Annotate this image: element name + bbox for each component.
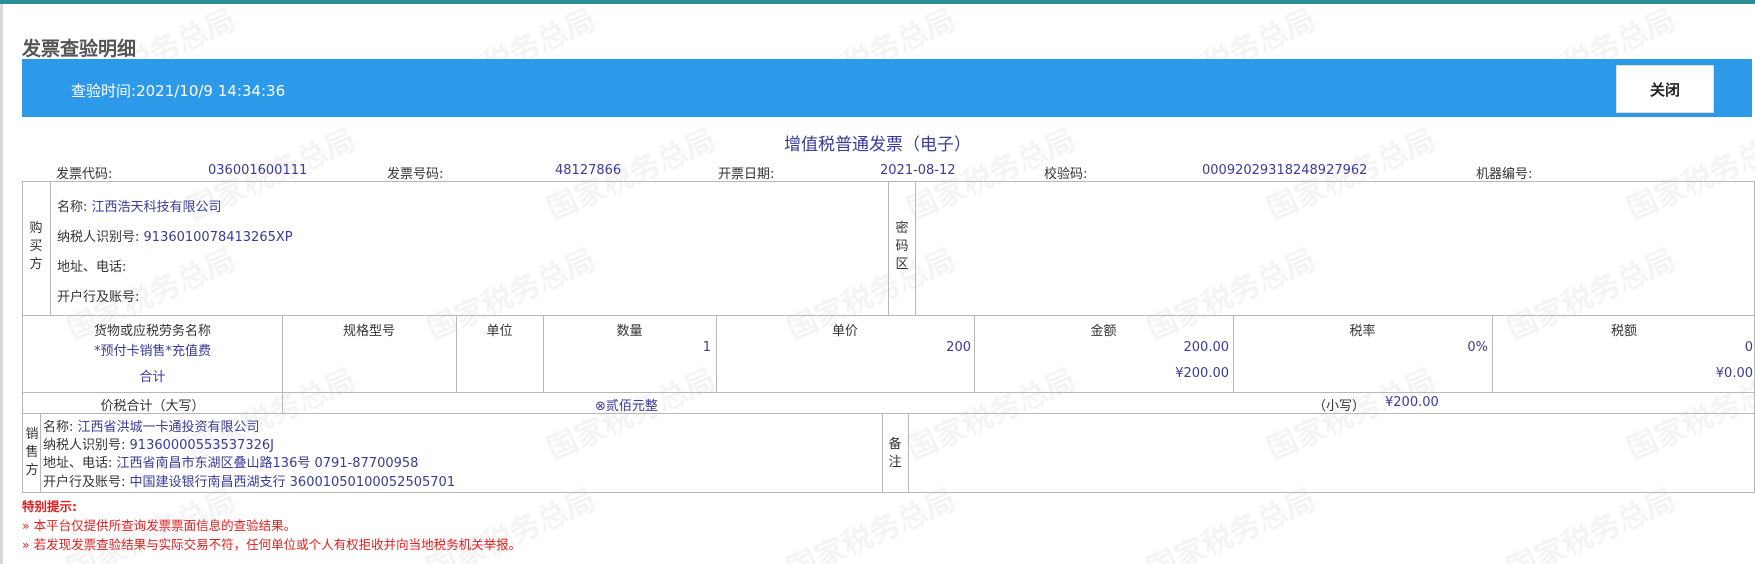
seller-name-value: 江西省洪城一卡通投资有限公司: [77, 420, 260, 435]
check-code-value: 00092029318248927962: [1202, 163, 1368, 178]
buyer-tax-id: 纳税人识别号: 9136010078413265XP: [57, 230, 293, 245]
invoice-title: 增值税普通发票（电子）: [784, 135, 971, 155]
invoice-code-label: 发票代码:: [56, 167, 113, 182]
left-edge: [0, 4, 3, 564]
seller-address-value: 江西省南昌市东湖区叠山路136号 0791-87700958: [116, 456, 419, 471]
seller-name: 名称: 江西省洪城一卡通投资有限公司: [43, 420, 260, 435]
col-header-spec: 规格型号: [342, 324, 395, 339]
total-lower-label: （小写）: [1313, 399, 1366, 414]
top-bar: [0, 0, 1755, 4]
item-name: *预付卡销售*充值费: [93, 344, 211, 359]
item-rate: 0%: [1467, 340, 1488, 355]
notice-line-1: » 本平台仅提供所查询发票票面信息的查验结果。: [22, 518, 297, 533]
check-code-label: 校验码:: [1044, 167, 1088, 182]
item-tax: 0: [1744, 340, 1753, 355]
check-time-value: 2021/10/9 14:34:36: [136, 82, 286, 100]
notice-line-2: » 若发现发票查验结果与实际交易不符，任何单位或个人有权拒收并向当地税务机关举报…: [22, 537, 522, 552]
buyer-bank: 开户行及账号:: [57, 290, 140, 305]
total-upper-value: ⊗贰佰元整: [595, 399, 658, 414]
col-header-name: 货物或应税劳务名称: [93, 324, 211, 339]
subtotal-tax: ¥0.00: [1715, 366, 1753, 381]
page-title: 发票查验明细: [22, 38, 137, 60]
invoice-date-label: 开票日期:: [718, 167, 775, 182]
seller-side-label: 销售方: [25, 427, 39, 478]
col-header-tax: 税额: [1610, 324, 1637, 339]
total-lower-value: ¥200.00: [1385, 395, 1439, 410]
col-header-price: 单价: [831, 324, 858, 339]
buyer-address: 地址、电话:: [57, 260, 127, 275]
invoice-code-value: 036001600111: [208, 163, 308, 178]
buyer-tax-id-value: 9136010078413265XP: [143, 230, 293, 245]
item-qty: 1: [702, 340, 711, 355]
seller-tax-id-value: 91360000553537326J: [129, 438, 274, 453]
seller-bank-value: 中国建设银行南昌西湖支行 36001050100052505701: [129, 475, 456, 490]
subtotal-label: 合计: [139, 370, 166, 385]
seller-bank: 开户行及账号: 中国建设银行南昌西湖支行 3600105010005250570…: [43, 475, 456, 490]
col-header-amount: 金额: [1090, 324, 1117, 339]
close-button[interactable]: 关闭: [1616, 65, 1714, 113]
subtotal-amount: ¥200.00: [1175, 366, 1229, 381]
invoice-number-value: 48127866: [555, 163, 622, 178]
total-row: 价税合计（大写） ⊗贰佰元整 （小写） ¥200.00: [22, 392, 1755, 414]
notice-title: 特别提示:: [22, 499, 77, 514]
item-amount: 200.00: [1183, 340, 1230, 355]
check-time-banner: 查验时间:2021/10/9 14:34:36 关闭: [22, 59, 1752, 117]
cipher-area-label: 密码区: [895, 221, 909, 272]
invoice-number-label: 发票号码:: [387, 167, 444, 182]
check-time: 查验时间:2021/10/9 14:34:36: [71, 80, 285, 101]
seller-address: 地址、电话: 江西省南昌市东湖区叠山路136号 0791-87700958: [43, 456, 419, 471]
col-header-qty: 数量: [616, 324, 643, 339]
check-time-label: 查验时间:: [71, 82, 137, 100]
seller-section: 销售方 名称: 江西省洪城一卡通投资有限公司 纳税人识别号: 913600005…: [22, 413, 1755, 493]
total-label: 价税合计（大写）: [100, 399, 205, 414]
buyer-name-value: 江西浩天科技有限公司: [91, 200, 222, 215]
items-table: 货物或应税劳务名称 规格型号 单位 数量 单价 金额 税率 税额 *预付卡销售*…: [22, 315, 1755, 393]
buyer-name: 名称: 江西浩天科技有限公司: [57, 200, 222, 215]
remark-label: 备注: [888, 437, 902, 470]
buyer-side-label: 购买方: [29, 221, 43, 272]
buyer-section: 购买方 名称: 江西浩天科技有限公司 纳税人识别号: 9136010078413…: [22, 181, 1755, 316]
seller-tax-id: 纳税人识别号: 91360000553537326J: [43, 438, 274, 453]
item-price: 200: [946, 340, 971, 355]
col-header-rate: 税率: [1349, 324, 1376, 339]
machine-number-label: 机器编号:: [1476, 167, 1533, 182]
invoice-date-value: 2021-08-12: [880, 163, 956, 178]
col-header-unit: 单位: [486, 324, 513, 339]
